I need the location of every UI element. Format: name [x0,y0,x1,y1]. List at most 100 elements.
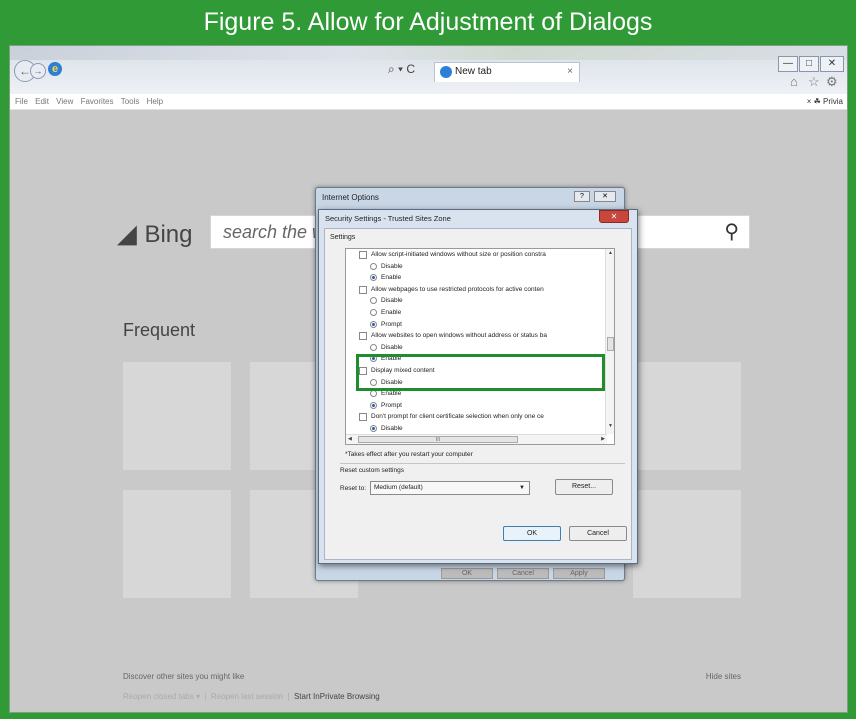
discover-text: Discover other sites you might like [123,672,245,681]
security-settings-dialog: Security Settings - Trusted Sites Zone ✕… [318,209,638,564]
setting-checkbox-icon[interactable] [359,413,367,422]
internet-options-title: Internet Options [322,193,379,202]
setting-group[interactable]: Allow websites to open windows without a… [346,331,604,341]
favorites-star-icon[interactable]: ☆ [808,74,820,90]
internet-options-close-button[interactable]: ✕ [594,191,616,202]
ie-tab-icon [440,66,452,78]
radio-selected-icon[interactable] [370,274,377,282]
home-icon[interactable]: ⌂ [790,74,798,89]
scroll-up-icon[interactable]: ▲ [606,250,614,256]
figure-title: Figure 5. Allow for Adjustment of Dialog… [203,8,653,36]
setting-group[interactable]: Allow script-initiated windows without s… [346,250,604,260]
setting-group[interactable]: Allow webpages to use restricted protoco… [346,285,604,295]
help-button[interactable]: ? [574,191,590,202]
separator [340,463,625,464]
security-dialog-title: Security Settings - Trusted Sites Zone [325,214,451,223]
menu-file[interactable]: File [15,97,28,106]
menu-tools[interactable]: Tools [121,97,140,106]
reset-button[interactable]: Reset... [555,479,613,495]
setting-label: Disable [381,425,403,432]
radio-unselected-icon[interactable] [370,343,377,351]
forward-icon[interactable]: → [30,63,46,79]
takes-effect-note: *Takes effect after you restart your com… [345,451,473,458]
scroll-right-icon[interactable]: ▶ [601,436,605,442]
scroll-thumb[interactable] [607,337,614,351]
reset-level-select[interactable]: Medium (default) ▼ [370,481,530,495]
setting-checkbox-icon[interactable] [359,251,367,259]
radio-unselected-icon[interactable] [370,297,377,305]
setting-option-radio[interactable]: Disable [346,262,604,272]
setting-option-radio[interactable]: Enable [346,308,604,318]
setting-label: Disable [381,262,403,270]
setting-label: Prompt [381,320,402,328]
menu-view[interactable]: View [56,97,73,106]
bottom-links: Reopen closed tabs ▾ | Reopen last sessi… [123,692,380,701]
setting-label: Allow websites to open windows without a… [371,332,547,340]
reopen-last-session-link[interactable]: Reopen last session [211,692,283,701]
frequent-tile[interactable] [633,490,741,598]
tab-close-icon[interactable]: × [567,63,573,81]
security-dialog-body: Settings Disable Don't prompt for client … [324,228,632,560]
reopen-closed-tabs-link[interactable]: Reopen closed tabs ▾ [123,692,200,701]
search-refresh-controls[interactable]: ⌕ ▾ C [388,62,430,80]
browser-titlebar: ← → e ⌕ ▾ C New tab × — □ ✕ ⌂ ☆ ⚙ [10,46,847,94]
setting-checkbox-icon[interactable] [359,332,367,341]
radio-selected-icon[interactable] [370,401,377,409]
internet-options-cancel-button[interactable]: Cancel [497,568,549,579]
radio-selected-icon[interactable] [370,425,377,432]
inprivate-link[interactable]: Start InPrivate Browsing [294,692,380,701]
setting-option-radio[interactable]: Disable [346,296,604,306]
tab-title: New tab [455,66,492,77]
bing-logo-text: Bing [144,221,193,248]
ok-button[interactable]: OK [503,526,561,541]
menu-favorites[interactable]: Favorites [81,97,114,106]
hide-sites-link[interactable]: Hide sites [706,672,741,681]
blurred-toolbar-strip [10,46,847,60]
tab-new-tab[interactable]: New tab × [434,62,580,82]
frequent-tile[interactable] [123,490,231,598]
internet-options-apply-button[interactable]: Apply [553,568,605,579]
search-icon[interactable]: ⚲ [724,219,739,244]
reset-to-label: Reset to: [340,485,367,492]
scroll-down-icon[interactable]: ▼ [606,423,614,429]
setting-label: Don't prompt for client certificate sele… [371,413,544,421]
minimize-button[interactable]: — [778,56,798,72]
menu-help[interactable]: Help [147,97,163,106]
setting-label: Prompt [381,401,402,409]
horizontal-scroll-thumb[interactable]: III [358,436,518,443]
vertical-scrollbar[interactable]: ▲ ▼ [605,249,614,434]
setting-label: Allow webpages to use restricted protoco… [371,285,544,293]
setting-checkbox-icon[interactable] [359,285,367,294]
security-dialog-close-button[interactable]: ✕ [599,210,629,223]
close-window-button[interactable]: ✕ [820,56,844,72]
setting-option-radio[interactable]: Disable [346,424,604,434]
radio-unselected-icon[interactable] [370,390,377,398]
setting-option-radio[interactable]: Enable [346,273,604,283]
radio-unselected-icon[interactable] [370,262,377,270]
radio-unselected-icon[interactable] [370,309,377,316]
menu-edit[interactable]: Edit [35,97,49,106]
cancel-button[interactable]: Cancel [569,526,627,541]
gear-icon[interactable]: ⚙ [826,74,838,90]
setting-option-radio[interactable]: Prompt [346,401,604,411]
bing-logo: ◢ Bing [118,220,193,249]
setting-option-radio[interactable]: Disable [346,343,604,353]
setting-label: Enable [381,309,402,316]
scroll-left-icon[interactable]: ◀ [348,436,352,442]
reset-group-label: Reset custom settings [340,467,404,474]
setting-label: Disable [381,343,403,351]
settings-list[interactable]: Disable Don't prompt for client certifica… [345,248,615,445]
toolbar-right-items[interactable]: × ☘ Privia [807,94,843,110]
internet-options-ok-button[interactable]: OK [441,568,493,579]
setting-option-radio[interactable]: Prompt [346,320,604,330]
figure-frame: Figure 5. Allow for Adjustment of Dialog… [0,0,856,719]
horizontal-scrollbar[interactable]: ◀ III ▶ [346,434,607,444]
browser-screenshot: ← → e ⌕ ▾ C New tab × — □ ✕ ⌂ ☆ ⚙ File E… [9,45,848,713]
frequent-tile[interactable] [123,362,231,470]
highlight-box [356,354,605,391]
settings-label: Settings [330,234,356,241]
setting-group[interactable]: Don't prompt for client certificate sele… [346,412,604,422]
radio-selected-icon[interactable] [370,320,377,328]
frequent-tile[interactable] [633,362,741,470]
maximize-button[interactable]: □ [799,56,819,72]
